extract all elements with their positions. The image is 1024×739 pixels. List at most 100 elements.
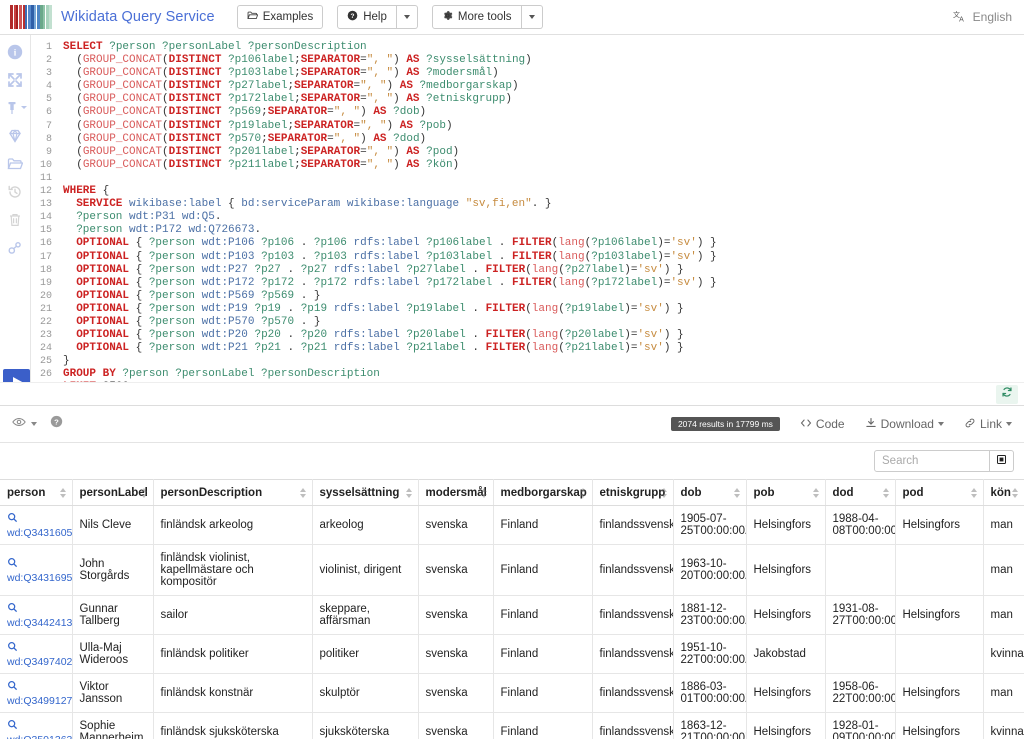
column-header-personLabel[interactable]: personLabel: [72, 480, 153, 506]
results-count-badge: 2074 results in 17799 ms: [671, 417, 780, 432]
column-header-kön[interactable]: kön: [983, 480, 1024, 506]
refresh-button[interactable]: [996, 385, 1018, 404]
download-button[interactable]: Download: [865, 417, 944, 432]
info-icon[interactable]: i: [7, 43, 24, 60]
cell-sysselsättning: arkeolog: [312, 506, 418, 545]
column-header-person[interactable]: person: [0, 480, 72, 506]
pin-dropdown[interactable]: [3, 99, 27, 116]
link-button[interactable]: Link: [964, 417, 1012, 432]
code-text: OPTIONAL { ?person wdt:P172 ?p172 . ?p17…: [58, 277, 717, 290]
code-line: 10 (GROUP_CONCAT(DISTINCT ?p211label;SEP…: [31, 159, 1024, 172]
search-icon[interactable]: [7, 719, 65, 733]
cell-dod: [825, 545, 895, 596]
code-text: OPTIONAL { ?person wdt:P19 ?p19 . ?p19 r…: [58, 303, 684, 316]
search-icon[interactable]: [7, 602, 65, 616]
search-fullscreen-button[interactable]: [990, 450, 1014, 472]
cell-dod: 1958-06-22T00:00:00Z: [825, 674, 895, 713]
cell-pob: Helsingfors: [746, 674, 825, 713]
gem-icon[interactable]: [7, 127, 24, 144]
code-line: 17 OPTIONAL { ?person wdt:P103 ?p103 . ?…: [31, 251, 1024, 264]
entity-link[interactable]: wd:Q3497402: [7, 656, 65, 668]
column-header-medborgarskap[interactable]: medborgarskap: [493, 480, 592, 506]
column-header-pod[interactable]: pod: [895, 480, 983, 506]
link-icon[interactable]: [7, 239, 24, 256]
cell-personLabel: Sophie Mannerheim: [72, 713, 153, 739]
entity-link[interactable]: wd:Q3431695: [7, 572, 65, 584]
language-selector[interactable]: 文 A English: [953, 9, 1012, 26]
more-tools-dropdown-toggle[interactable]: [522, 5, 543, 29]
eye-icon: [12, 415, 26, 434]
code-text: (GROUP_CONCAT(DISTINCT ?p27label;SEPARAT…: [58, 80, 519, 93]
line-number: 19: [31, 277, 58, 290]
column-header-sysselsättning[interactable]: sysselsättning: [312, 480, 418, 506]
column-header-pob[interactable]: pob: [746, 480, 825, 506]
sort-indicator-icon: [971, 488, 977, 498]
line-number: 13: [31, 198, 58, 211]
help-dropdown-toggle[interactable]: [397, 5, 418, 29]
search-icon[interactable]: [7, 512, 65, 526]
cell-personDescription: finländsk violinist, kapellmästare och k…: [153, 545, 312, 596]
column-header-etniskgrupp[interactable]: etniskgrupp: [592, 480, 673, 506]
help-button-label: Help: [363, 11, 387, 23]
entity-link[interactable]: wd:Q3499127: [7, 695, 65, 707]
cell-pod: Helsingfors: [895, 713, 983, 739]
pin-icon[interactable]: [3, 99, 20, 116]
line-number: 22: [31, 316, 58, 329]
fullscreen-icon: [996, 452, 1007, 470]
code-text: OPTIONAL { ?person wdt:P569 ?p569 . }: [58, 290, 321, 303]
sparql-code-editor[interactable]: 1SELECT ?person ?personLabel ?personDesc…: [31, 35, 1024, 405]
search-icon[interactable]: [7, 680, 65, 694]
query-editor-panel: i: [0, 35, 1024, 406]
column-header-personDescription[interactable]: personDescription: [153, 480, 312, 506]
examples-button-label: Examples: [263, 11, 314, 23]
cell-sysselsättning: violinist, dirigent: [312, 545, 418, 596]
trash-icon[interactable]: [7, 211, 24, 228]
code-button[interactable]: Code: [800, 417, 845, 432]
cell-personDescription: finländsk sjuksköterska: [153, 713, 312, 739]
cell-dod: [825, 635, 895, 674]
code-text: SERVICE wikibase:label { bd:serviceParam…: [58, 198, 552, 211]
entity-link[interactable]: wd:Q3442413: [7, 617, 65, 629]
column-header-label: medborgarskap: [501, 487, 587, 499]
cell-kön: kvinna: [983, 635, 1024, 674]
entity-link[interactable]: wd:Q3431605: [7, 527, 65, 539]
code-line: 5 (GROUP_CONCAT(DISTINCT ?p172label;SEPA…: [31, 93, 1024, 106]
display-mode-selector[interactable]: [12, 415, 37, 434]
table-row: wd:Q3431695John Storgårdsfinländsk violi…: [0, 545, 1024, 596]
expand-icon[interactable]: [7, 71, 24, 88]
cell-dob: 1886-03-01T00:00:00Z: [673, 674, 746, 713]
column-header-dob[interactable]: dob: [673, 480, 746, 506]
more-tools-button[interactable]: More tools: [432, 5, 522, 29]
chevron-down-icon: [404, 15, 410, 19]
results-help-button[interactable]: ?: [50, 415, 63, 433]
code-line: 20 OPTIONAL { ?person wdt:P569 ?p569 . }: [31, 290, 1024, 303]
column-header-label: pod: [903, 487, 924, 499]
cell-personLabel: Viktor Jansson: [72, 674, 153, 713]
chevron-down-icon: [31, 422, 37, 426]
search-icon[interactable]: [7, 641, 65, 655]
history-icon[interactable]: [7, 183, 24, 200]
folder-open-icon[interactable]: [7, 155, 24, 172]
sort-indicator-icon: [1012, 488, 1018, 498]
cell-pod: Helsingfors: [895, 506, 983, 545]
svg-text:?: ?: [54, 417, 59, 426]
cell-sysselsättning: sjuksköterska: [312, 713, 418, 739]
cell-person: wd:Q3499127: [0, 674, 72, 713]
code-line: 6 (GROUP_CONCAT(DISTINCT ?p569;SEPARATOR…: [31, 106, 1024, 119]
svg-text:A: A: [959, 16, 964, 23]
column-header-modersmål[interactable]: modersmål: [418, 480, 493, 506]
cell-personDescription: finländsk politiker: [153, 635, 312, 674]
search-icon[interactable]: [7, 557, 65, 571]
help-button[interactable]: ? Help: [337, 5, 397, 29]
examples-button[interactable]: Examples: [237, 5, 324, 29]
column-header-dod[interactable]: dod: [825, 480, 895, 506]
search-input[interactable]: [874, 450, 990, 472]
entity-link[interactable]: wd:Q3501363: [7, 734, 65, 739]
code-text: ?person wdt:P172 wd:Q726673.: [58, 224, 261, 237]
cell-sysselsättning: skeppare, affärsman: [312, 596, 418, 635]
sort-indicator-icon: [661, 488, 667, 498]
sort-indicator-icon: [141, 488, 147, 498]
chevron-down-icon: [1006, 422, 1012, 426]
code-line: 13 SERVICE wikibase:label { bd:servicePa…: [31, 198, 1024, 211]
code-text: GROUP BY ?person ?personLabel ?personDes…: [58, 368, 380, 381]
